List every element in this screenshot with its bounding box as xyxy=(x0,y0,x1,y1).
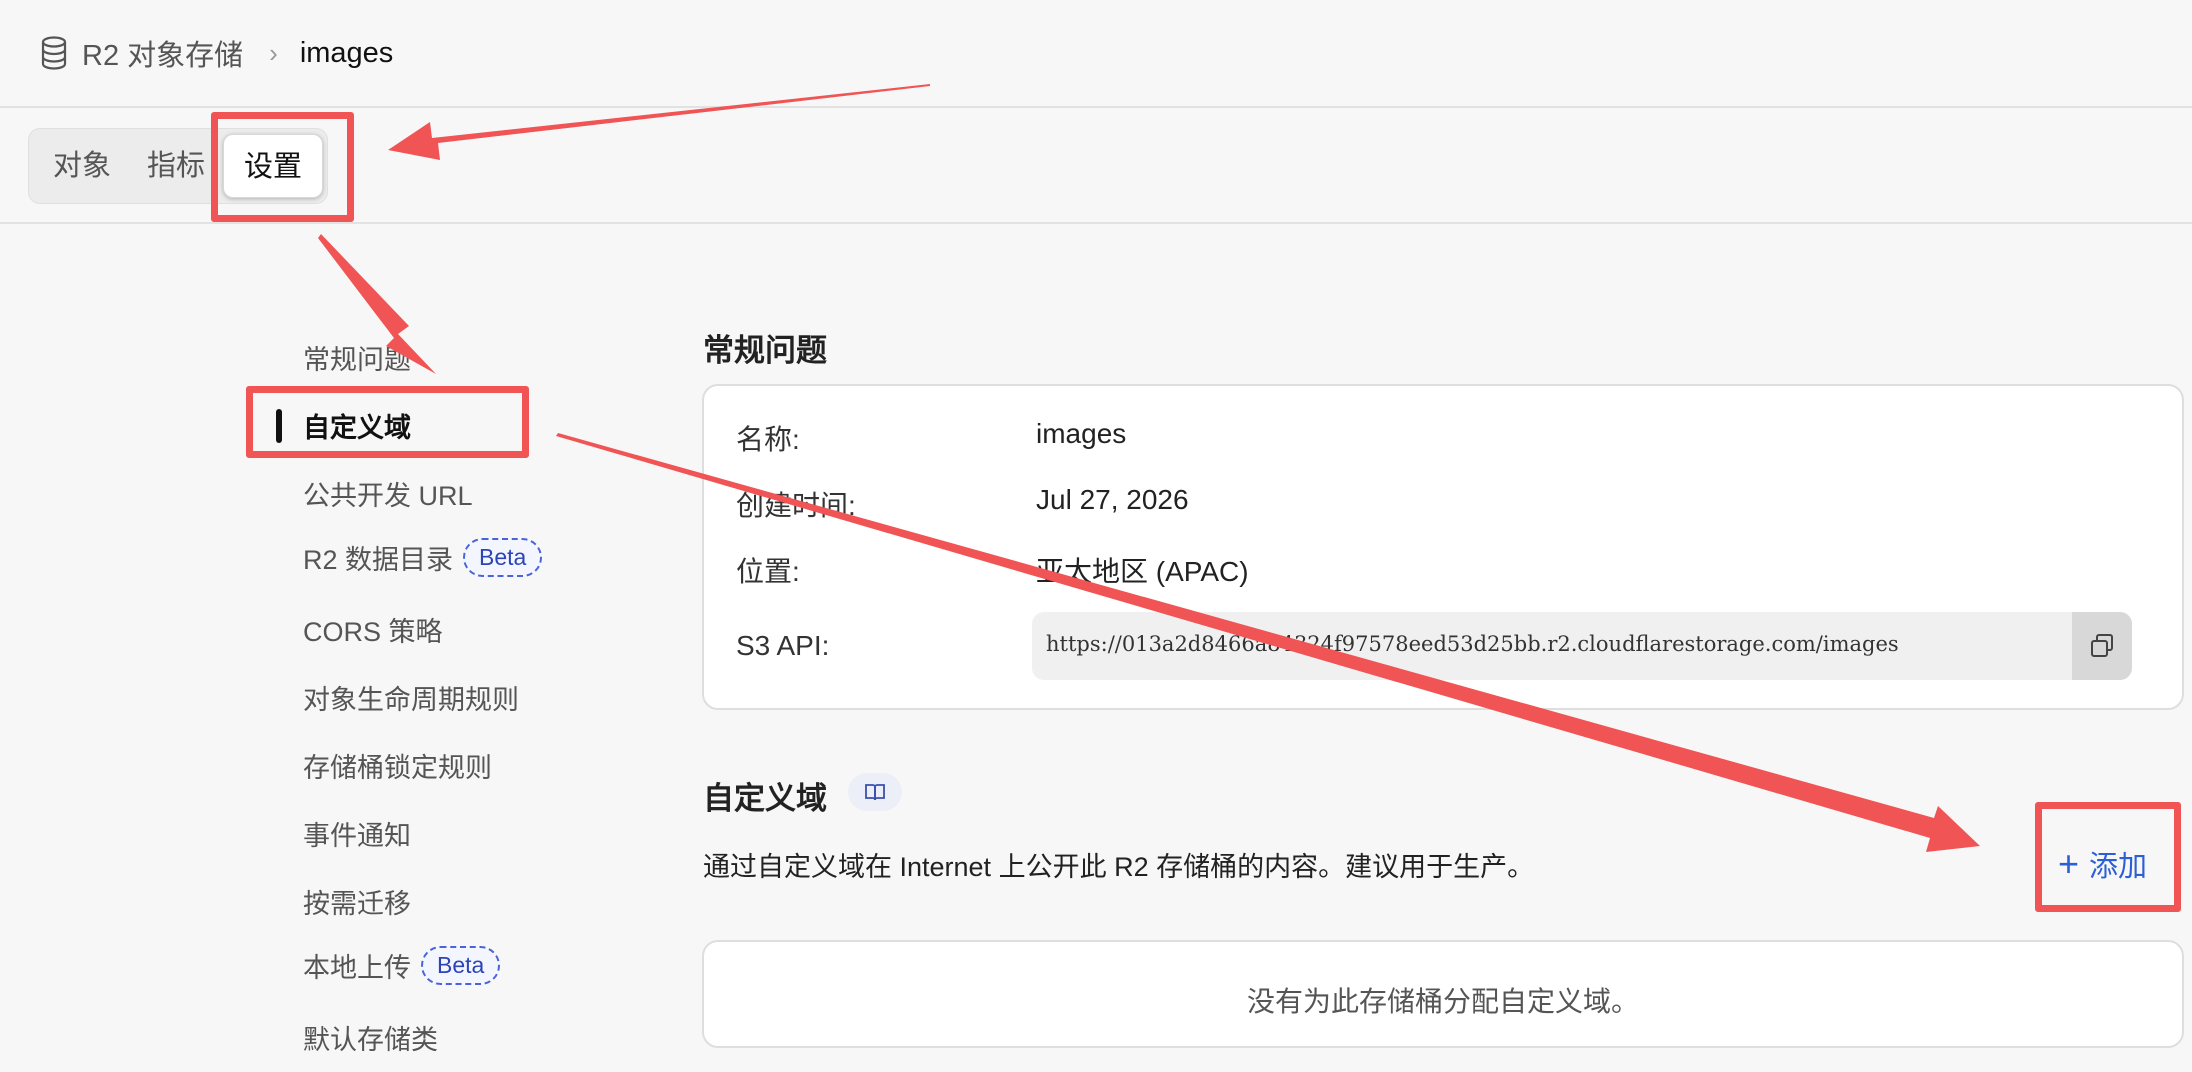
breadcrumb-current: images xyxy=(299,36,394,69)
sidebar-item-label: CORS 策略 xyxy=(303,617,443,647)
tab-objects[interactable]: 对象 xyxy=(35,134,129,198)
name-label: 名称: xyxy=(736,424,800,455)
sidebar-item-migration[interactable]: 按需迁移 xyxy=(303,882,411,921)
sidebar-item-label: 公共开发 URL xyxy=(303,481,473,511)
sidebar-item-label: 常规问题 xyxy=(303,345,411,375)
sidebar-item-event-notifications[interactable]: 事件通知 xyxy=(303,814,411,853)
s3-api-label: S3 API: xyxy=(736,630,830,661)
s3-api-field[interactable]: https://013a2d8466a84324f97578eed53d25bb… xyxy=(1032,612,2132,680)
sidebar-item-default-storage-class[interactable]: 默认存储类 xyxy=(303,1018,438,1057)
location-label: 位置: xyxy=(736,556,800,587)
sidebar-item-label: 存储桶锁定规则 xyxy=(303,753,492,783)
sidebar-item-custom-domain[interactable]: 自定义域 xyxy=(276,406,411,445)
add-label: 添加 xyxy=(2089,851,2148,883)
sidebar-item-lifecycle[interactable]: 对象生命周期规则 xyxy=(303,678,519,717)
sidebar-item-data-catalog[interactable]: R2 数据目录 Beta xyxy=(303,538,543,577)
general-section-title: 常规问题 xyxy=(703,333,827,368)
s3-api-url: https://013a2d8466a84324f97578eed53d25bb… xyxy=(1046,632,1899,656)
chevron-right-icon: › xyxy=(269,37,278,68)
docs-link[interactable] xyxy=(848,773,902,811)
tabs-bar: 对象 指标 设置 xyxy=(0,110,2192,224)
beta-badge: Beta xyxy=(463,538,543,577)
sidebar-item-label: R2 数据目录 xyxy=(303,545,454,575)
empty-state-text: 没有为此存储桶分配自定义域。 xyxy=(1246,986,1639,1017)
database-icon xyxy=(41,36,67,70)
sidebar-item-local-upload[interactable]: 本地上传 Beta xyxy=(303,946,501,985)
plus-icon: + xyxy=(2058,843,2080,884)
beta-badge: Beta xyxy=(421,946,501,985)
sidebar-item-cors[interactable]: CORS 策略 xyxy=(303,610,443,649)
book-icon xyxy=(865,784,885,801)
copy-button[interactable] xyxy=(2072,612,2132,680)
sidebar-item-label: 事件通知 xyxy=(303,821,411,851)
sidebar-item-label: 自定义域 xyxy=(303,413,411,443)
breadcrumb-root-link[interactable]: R2 对象存储 xyxy=(82,32,243,74)
custom-domain-section-title: 自定义域 xyxy=(703,781,827,816)
tab-settings[interactable]: 设置 xyxy=(223,134,324,198)
sidebar-item-bucket-lock[interactable]: 存储桶锁定规则 xyxy=(303,746,492,785)
breadcrumb: R2 对象存储 › images xyxy=(0,0,2192,108)
name-value: images xyxy=(1036,418,1127,449)
add-custom-domain-button[interactable]: + 添加 xyxy=(2058,843,2147,885)
tab-metrics[interactable]: 指标 xyxy=(129,134,223,198)
sidebar-item-label: 默认存储类 xyxy=(303,1025,438,1055)
sidebar-item-label: 本地上传 xyxy=(303,953,411,983)
location-value: 亚太地区 (APAC) xyxy=(1036,556,1249,587)
copy-icon xyxy=(2091,634,2113,657)
custom-domain-description: 通过自定义域在 Internet 上公开此 R2 存储桶的内容。建议用于生产。 xyxy=(703,852,1535,882)
created-label: 创建时间: xyxy=(736,490,856,521)
sidebar-item-public-dev-url[interactable]: 公共开发 URL xyxy=(303,474,473,513)
active-indicator xyxy=(276,408,282,443)
sidebar-item-label: 对象生命周期规则 xyxy=(303,685,519,715)
sidebar-item-label: 按需迁移 xyxy=(303,889,411,919)
sidebar-item-general[interactable]: 常规问题 xyxy=(303,338,411,377)
created-value: Jul 27, 2026 xyxy=(1036,484,1189,515)
custom-domain-empty-card: 没有为此存储桶分配自定义域。 xyxy=(702,940,2184,1048)
general-info-card: 名称: images 创建时间: Jul 27, 2026 位置: 亚太地区 (… xyxy=(702,384,2184,710)
tab-group: 对象 指标 设置 xyxy=(28,128,328,204)
